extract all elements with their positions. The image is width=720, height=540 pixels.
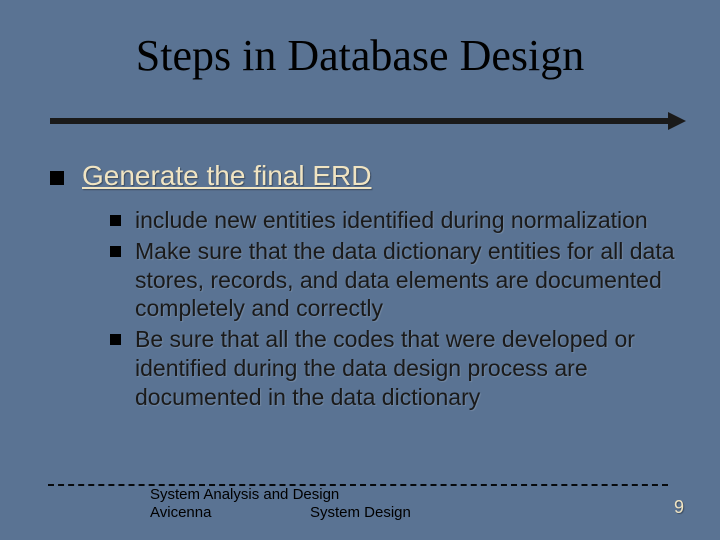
title-underline (50, 118, 670, 124)
list-item-text: include new entities identified during n… (135, 206, 648, 235)
heading-text: Generate the final ERD (82, 160, 372, 192)
heading-item: Generate the final ERD (50, 160, 680, 192)
list-item-text: Make sure that the data dictionary entit… (135, 237, 680, 323)
content-area: Generate the final ERD include new entit… (50, 160, 680, 413)
square-bullet-icon (110, 246, 121, 257)
page-number: 9 (674, 497, 684, 518)
list-item: Be sure that all the codes that were dev… (110, 325, 680, 411)
list-item-text: Be sure that all the codes that were dev… (135, 325, 680, 411)
list-item: Make sure that the data dictionary entit… (110, 237, 680, 323)
slide: Steps in Database Design Generate the fi… (0, 0, 720, 540)
square-bullet-icon (50, 171, 64, 185)
square-bullet-icon (110, 334, 121, 345)
list-item: include new entities identified during n… (110, 206, 680, 235)
footer-center-text: System Design (310, 504, 411, 522)
bullet-list: include new entities identified during n… (110, 206, 680, 411)
footer-center: System Design (310, 486, 411, 522)
title-arrow-icon (668, 112, 686, 130)
square-bullet-icon (110, 215, 121, 226)
slide-title: Steps in Database Design (0, 30, 720, 81)
